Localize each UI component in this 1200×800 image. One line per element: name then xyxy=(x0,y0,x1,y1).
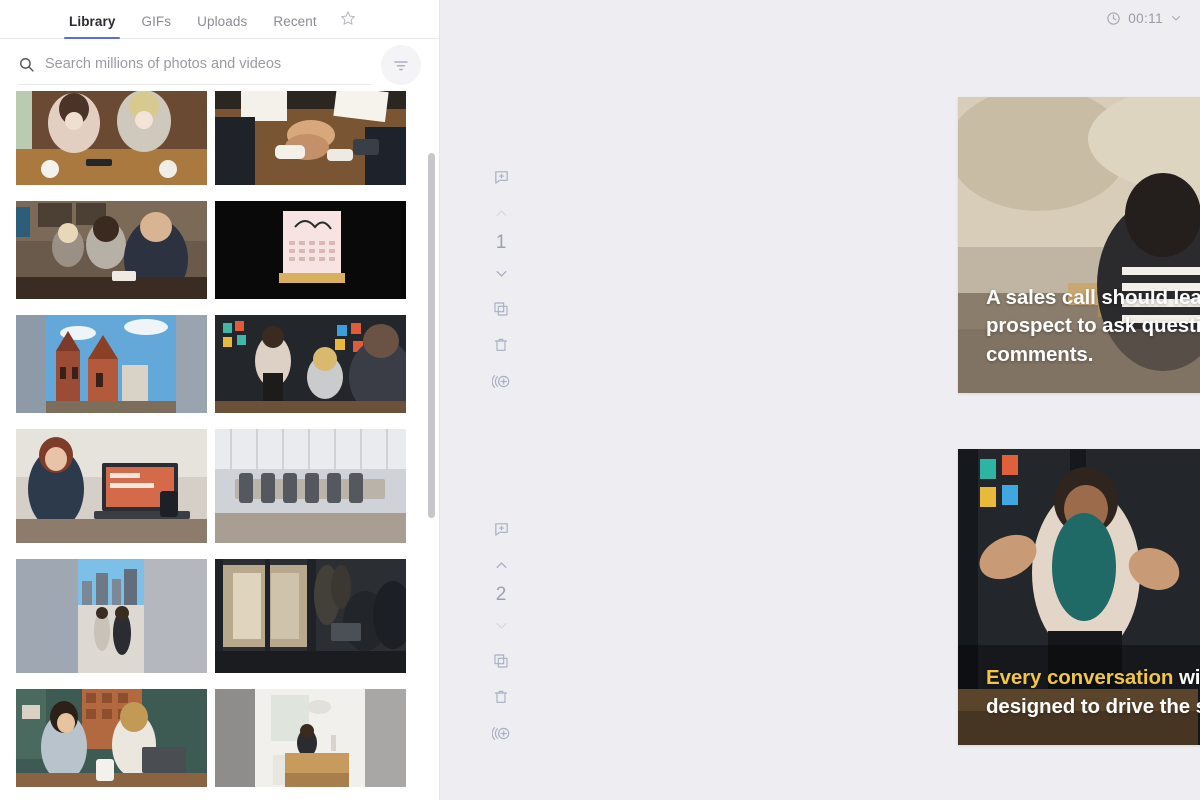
slide-number: 2 xyxy=(495,584,507,605)
list-item[interactable] xyxy=(16,91,207,185)
tab-library[interactable]: Library xyxy=(56,14,128,39)
filter-icon[interactable] xyxy=(381,45,421,85)
move-up-icon[interactable] xyxy=(488,200,514,226)
slide-rail-1: 1 xyxy=(478,159,524,399)
slide-1-caption: A sales call should leave ample time for… xyxy=(986,284,1200,369)
slide-2-caption: Every conversation with a prospect shoul… xyxy=(986,664,1200,721)
slide-number: 1 xyxy=(495,232,507,253)
add-transition-icon[interactable] xyxy=(488,720,514,746)
list-item[interactable] xyxy=(215,315,406,413)
slide-block-2: 2 Every conversation wi designed to driv… xyxy=(440,449,1200,745)
canvas-toolbar: 00:11 xyxy=(440,0,1200,36)
media-tabbar: Library GIFs Uploads Recent xyxy=(0,0,439,39)
list-item[interactable] xyxy=(215,689,406,787)
add-transition-icon[interactable] xyxy=(488,368,514,394)
media-grid xyxy=(16,91,423,800)
delete-icon[interactable] xyxy=(488,684,514,710)
search-input[interactable] xyxy=(45,55,371,74)
media-scrollbar[interactable] xyxy=(428,91,436,800)
list-item[interactable] xyxy=(215,201,406,299)
slide-thumbnail-2[interactable]: Every conversation with a prospect shoul… xyxy=(958,449,1200,745)
chevron-down-icon[interactable] xyxy=(1170,12,1182,24)
list-item[interactable] xyxy=(16,429,207,543)
media-library-panel: Library GIFs Uploads Recent xyxy=(0,0,440,800)
app-root: Library GIFs Uploads Recent Search milli… xyxy=(0,0,1200,800)
slide-canvas: 00:11 1 A sales call should lea prospect… xyxy=(440,0,1200,800)
search-field-wrap xyxy=(18,45,371,85)
add-note-icon[interactable] xyxy=(488,516,514,542)
duplicate-icon[interactable] xyxy=(488,648,514,674)
list-item[interactable] xyxy=(215,91,406,185)
delete-icon[interactable] xyxy=(488,332,514,358)
move-down-icon[interactable] xyxy=(488,612,514,638)
slide-block-1: 1 A sales call should lea prospect to as… xyxy=(440,97,1200,393)
total-duration-control[interactable]: 00:11 xyxy=(1106,11,1182,26)
total-duration-value: 00:11 xyxy=(1128,10,1163,26)
list-item[interactable] xyxy=(215,429,406,543)
slide-1-caption-text: A sales call should leave ample time for… xyxy=(986,286,1200,366)
slide-2-caption-highlight: Every conversation xyxy=(986,666,1174,690)
duplicate-icon[interactable] xyxy=(488,296,514,322)
tab-recent[interactable]: Recent xyxy=(260,14,329,38)
move-down-icon[interactable] xyxy=(488,260,514,286)
move-up-icon[interactable] xyxy=(488,552,514,578)
slide-thumbnail-1[interactable]: A sales call should leave ample time for… xyxy=(958,97,1200,393)
search-row xyxy=(0,39,439,91)
list-item[interactable] xyxy=(16,201,207,299)
slide-rail-2: 2 xyxy=(478,511,524,751)
star-icon[interactable] xyxy=(330,10,366,38)
add-note-icon[interactable] xyxy=(488,164,514,190)
search-icon xyxy=(18,56,35,73)
tab-gifs[interactable]: GIFs xyxy=(128,14,184,38)
list-item[interactable] xyxy=(16,315,207,413)
media-scrollbar-thumb[interactable] xyxy=(428,153,435,518)
list-item[interactable] xyxy=(16,689,207,787)
clock-icon xyxy=(1106,11,1121,26)
media-grid-scroll xyxy=(0,91,439,800)
list-item[interactable] xyxy=(16,559,207,673)
tab-uploads[interactable]: Uploads xyxy=(184,14,260,38)
list-item[interactable] xyxy=(215,559,406,673)
